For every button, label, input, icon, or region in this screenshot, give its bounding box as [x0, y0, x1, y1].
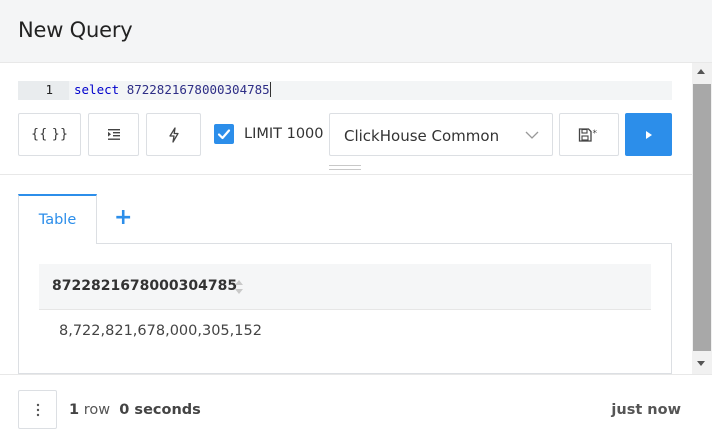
save-as-button[interactable]: * [559, 113, 619, 156]
indent-icon [107, 129, 120, 140]
vertical-dots-icon [36, 403, 39, 416]
row-count: 1 [69, 402, 80, 418]
chevron-down-icon [525, 131, 539, 139]
connection-select-value: ClickHouse Common [344, 127, 500, 145]
check-icon [217, 129, 231, 140]
sort-icon[interactable] [234, 278, 244, 296]
indent-button[interactable] [88, 113, 139, 156]
sql-editor[interactable]: 1 select 8722821678000304785 [18, 81, 672, 100]
format-button[interactable]: {{ }} [18, 113, 81, 156]
text-cursor [269, 82, 271, 97]
row-word: row [83, 402, 111, 418]
line-number: 1 [45, 82, 53, 97]
sql-code-line[interactable]: select 8722821678000304785 [74, 82, 271, 97]
connection-select[interactable]: ClickHouse Common [329, 113, 553, 156]
add-tab-button[interactable]: + [114, 207, 132, 229]
query-timestamp: just now [611, 402, 681, 418]
more-options-button[interactable] [18, 390, 57, 429]
column-header-label: 8722821678000304785 [52, 278, 238, 294]
tab-table[interactable]: Table [18, 194, 97, 244]
editor-resize-handle[interactable] [329, 165, 361, 170]
scrollbar-thumb[interactable] [693, 84, 711, 351]
status-footer: 1 row 0 seconds just now [0, 374, 712, 441]
query-header: New Query [0, 0, 712, 63]
sql-literal: 8722821678000304785 [126, 82, 270, 97]
save-as-icon: * [578, 127, 598, 142]
braces-icon: {{ }} [30, 127, 69, 142]
scroll-up-arrow-icon[interactable] [697, 69, 705, 74]
tab-table-label: Table [38, 212, 77, 228]
query-duration: 0 seconds [119, 402, 201, 418]
run-query-button[interactable] [625, 113, 672, 156]
play-icon [645, 130, 652, 139]
table-cell[interactable]: 8,722,821,678,000,305,152 [59, 323, 262, 339]
limit-label[interactable]: LIMIT 1000 [244, 126, 324, 142]
section-divider [0, 174, 692, 175]
lightning-icon [168, 126, 179, 143]
page-title: New Query [18, 18, 133, 42]
result-stats: 1 row 0 seconds [69, 402, 201, 418]
table-header-cell[interactable]: 8722821678000304785 [39, 264, 651, 310]
svg-text:*: * [593, 129, 598, 139]
sql-keyword: select [74, 82, 120, 97]
explain-button[interactable] [146, 113, 201, 156]
limit-checkbox[interactable] [214, 124, 234, 144]
results-panel: 8722821678000304785 8,722,821,678,000,30… [18, 243, 672, 374]
scroll-down-arrow-icon[interactable] [697, 361, 705, 366]
editor-gutter: 1 [18, 81, 69, 100]
